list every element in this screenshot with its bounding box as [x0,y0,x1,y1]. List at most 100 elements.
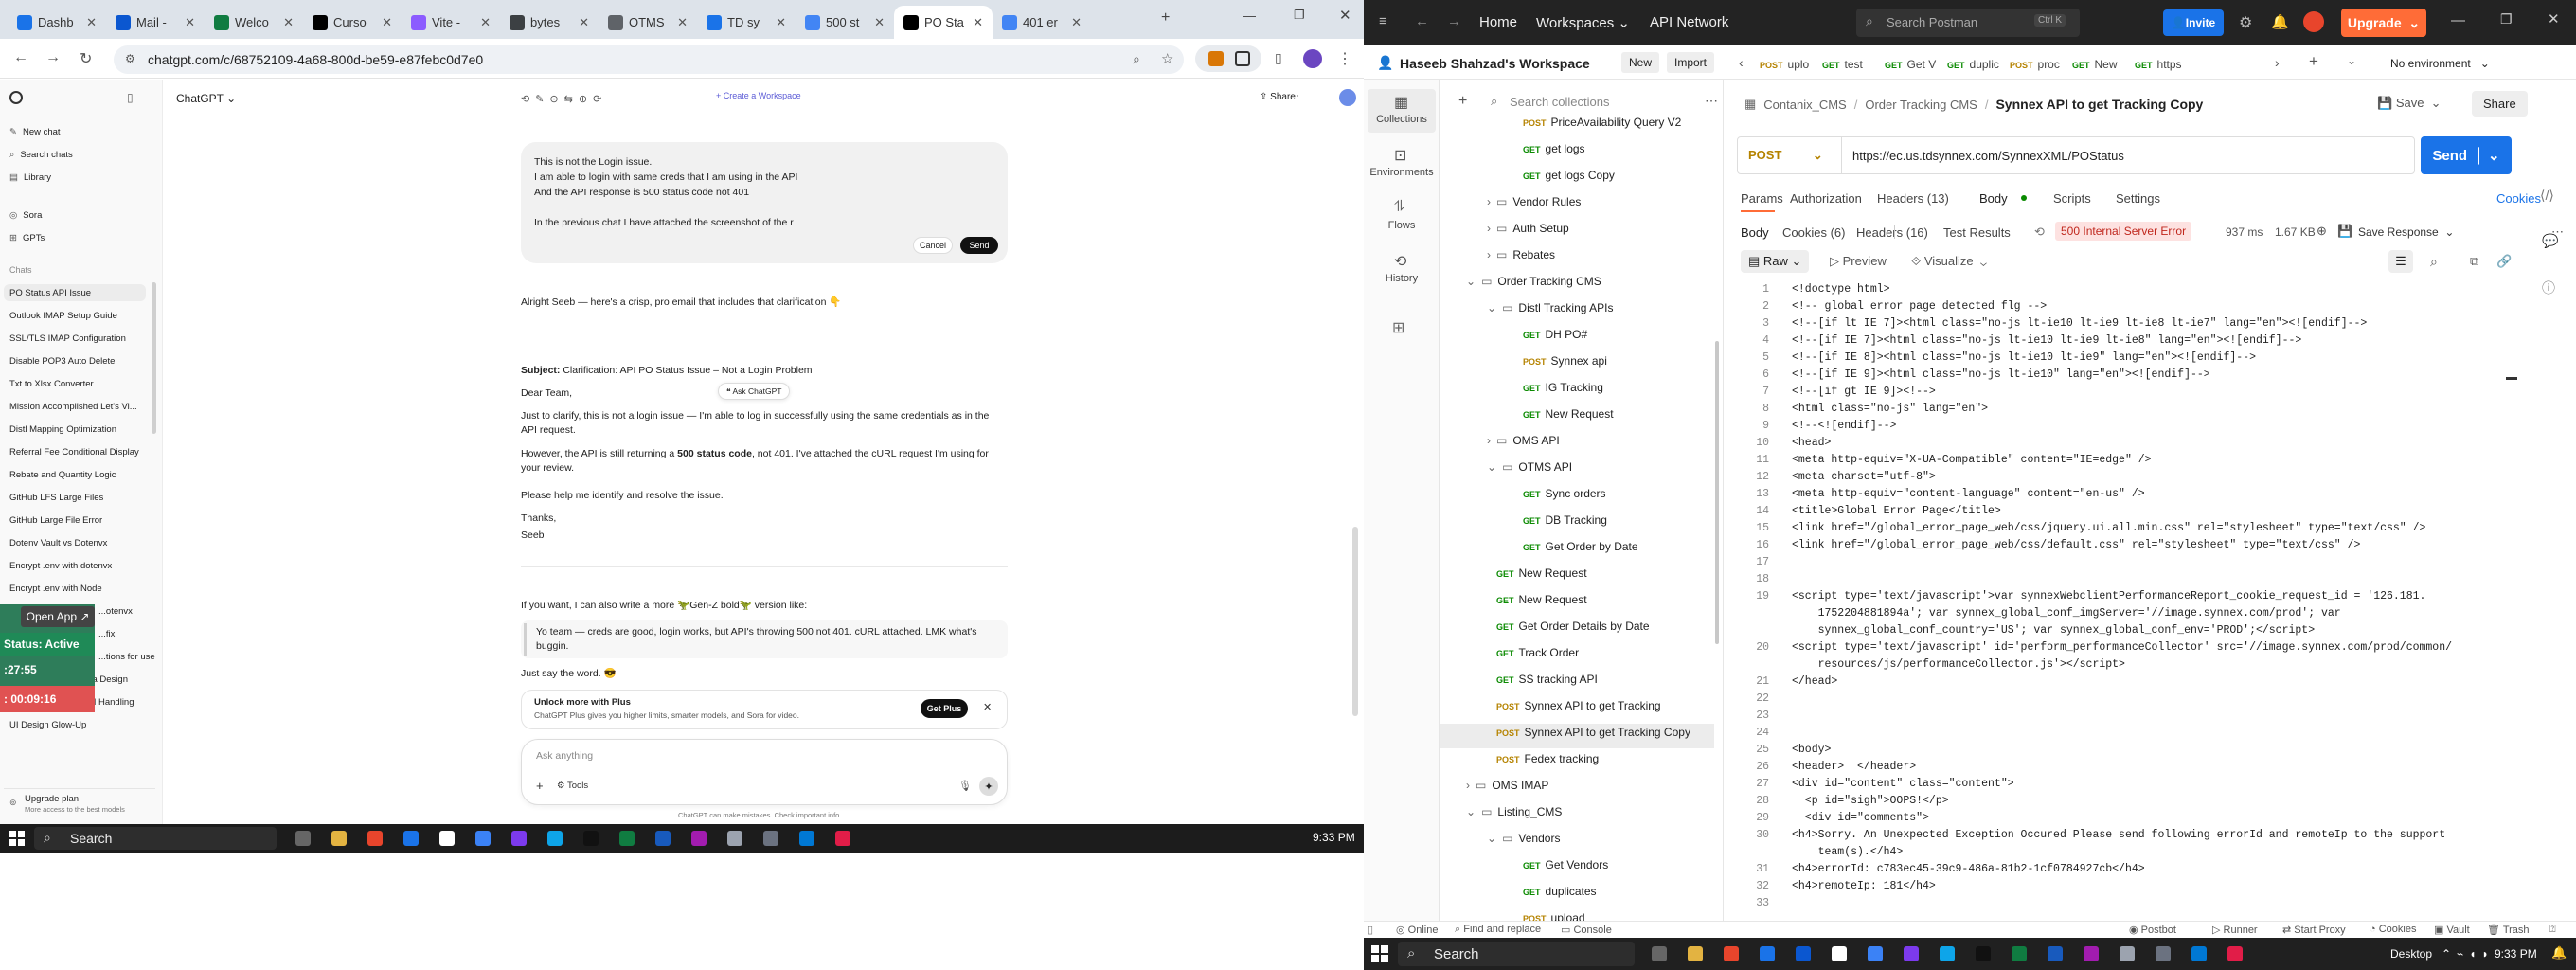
zoom-icon[interactable]: ⌕ [1133,51,1140,67]
request-tab-headers-[interactable]: Headers (13) [1877,191,1949,206]
outlook-icon[interactable] [2191,946,2207,961]
github-icon[interactable] [439,831,455,846]
cookies-link[interactable]: Cookies [2496,191,2541,206]
new-tab-icon[interactable]: + [2309,52,2318,71]
tabs-scroll-left-icon[interactable]: ‹ [1739,55,1744,70]
tab-close-icon[interactable]: ✕ [382,15,392,30]
tree-folder[interactable]: ⌄ ▭ Distl Tracking APIs [1487,301,1613,314]
response-status-badge[interactable]: 500 Internal Server Error [2055,222,2192,241]
method-selector[interactable]: POST ⌄ [1748,148,1823,163]
chat-list-item[interactable]: ...tions for use [98,652,155,662]
tab-close-icon[interactable]: ✕ [283,15,294,30]
tree-folder[interactable]: › ▭ OMS API [1487,434,1560,447]
tree-folder[interactable]: ⌄ ▭ OTMS API [1487,460,1572,474]
vscode-icon[interactable] [475,831,491,846]
status-online[interactable]: ◎ Online [1396,924,1438,936]
chat-list-item[interactable]: Txt to Xlsx Converter [9,379,94,389]
chevron-right-icon[interactable]: › [1466,779,1470,792]
excel-icon[interactable] [2012,946,2027,961]
request-tab[interactable]: GET Get V [1885,58,1936,71]
chevron-right-icon[interactable]: › [1487,195,1491,208]
chat-list-item[interactable]: GitHub LFS Large Files [9,493,103,503]
pm-forward-icon[interactable]: → [1447,13,1461,29]
rail-label-environments[interactable]: Environments [1368,167,1436,178]
task-view-icon[interactable] [295,831,311,846]
app-icon[interactable] [835,831,850,846]
close-sidebar-icon[interactable]: ▯ [127,91,134,104]
nav-api-network[interactable]: API Network [1650,14,1728,30]
tree-request[interactable]: GET Get Order by Date [1508,540,1638,553]
chat-scrollbar[interactable] [1352,527,1358,716]
request-tab-settings[interactable]: Settings [2116,191,2160,206]
cursor-icon[interactable] [583,831,599,846]
chat-list-item[interactable]: Encrypt .env with Node [9,584,102,594]
tree-request[interactable]: GET Track Order [1487,646,1579,659]
word-icon[interactable] [655,831,671,846]
search-collections-input[interactable]: Search collections [1510,95,1610,109]
chevron-right-icon[interactable]: › [1487,222,1491,235]
vscode-icon[interactable] [1868,946,1883,961]
pm-back-icon[interactable]: ← [1415,13,1429,29]
site-info-icon[interactable]: ⚙ [125,52,135,65]
collections-icon[interactable]: ▦ [1394,93,1408,112]
link-icon[interactable]: 🔗 [2496,254,2512,269]
sidebar-scrollbar[interactable] [152,282,156,434]
tree-request[interactable]: GET IG Tracking [1508,381,1603,394]
onenote-icon[interactable] [691,831,707,846]
chat-list-item[interactable]: Dotenv Vault vs Dotenvx [9,538,107,548]
github-icon[interactable] [1832,946,1847,961]
tree-folder[interactable]: ⌄ ▭ Listing_CMS [1466,805,1562,818]
app-icon[interactable] [2227,946,2243,961]
status-console[interactable]: ▭ Console [1561,924,1612,936]
request-tab-scripts[interactable]: Scripts [2053,191,2091,206]
tree-request[interactable]: GET DH PO# [1508,328,1587,341]
chevron-right-icon[interactable]: › [1487,248,1491,261]
status-runner[interactable]: ▷ Runner [2212,924,2258,936]
pm-maximize-icon[interactable]: ❐ [2500,11,2513,27]
chat-input-placeholder[interactable]: Ask anything [536,750,593,762]
tab-close-icon[interactable]: ✕ [776,15,786,30]
rail-label-history[interactable]: History [1368,273,1436,284]
chat-list-item[interactable]: UI Design Glow-Up [9,720,86,730]
minimize-icon[interactable]: — [1243,8,1256,23]
tree-options-icon[interactable]: ⋯ [1705,93,1718,109]
desktop-label[interactable]: Desktop [2390,947,2432,961]
settings-icon[interactable] [2156,946,2171,961]
request-tab[interactable]: POST proc [2010,58,2060,71]
chrome-tab[interactable]: Mail - ✕ [106,6,205,39]
tree-request[interactable]: GET New Request [1487,566,1587,580]
chat-list-item[interactable]: SSL/TLS IMAP Configuration [9,333,126,344]
tab-close-icon[interactable]: ✕ [480,15,491,30]
tree-folder[interactable]: › ▭ Vendor Rules [1487,195,1581,208]
chevron-down-icon[interactable]: ⌄ [1466,275,1476,288]
file-explorer-icon[interactable] [1688,946,1703,961]
visual-studio-icon[interactable] [511,831,527,846]
tree-request[interactable]: POST Synnex api [1508,354,1607,368]
pm-minimize-icon[interactable]: — [2451,12,2465,28]
chat-list-item[interactable]: ...otenvx [98,606,133,617]
wrap-lines-icon[interactable]: ☰ [2388,250,2413,273]
word-icon[interactable] [2048,946,2063,961]
excel-icon[interactable] [619,831,635,846]
rail-more-icon[interactable]: ⊞ [1392,318,1404,337]
request-tab-authorization[interactable]: Authorization [1790,191,1862,206]
reload-icon[interactable]: ↻ [80,49,92,68]
chrome-tab[interactable]: Welco ✕ [205,6,303,39]
preview-mode-button[interactable]: ▷ Preview [1830,254,1887,269]
chrome-tab[interactable]: Dashb ✕ [8,6,106,39]
notepad-icon[interactable] [727,831,742,846]
notepad-icon[interactable] [2120,946,2135,961]
status-vault[interactable]: ▣ Vault [2434,924,2470,936]
request-tab[interactable]: GET New [2072,58,2118,71]
tree-request[interactable]: GET Get Order Details by Date [1487,620,1650,633]
tree-request[interactable]: GET get logs [1508,142,1585,155]
chat-list-item[interactable]: Referral Fee Conditional Display [9,447,139,458]
tree-request[interactable]: GET DB Tracking [1508,513,1607,527]
import-button[interactable]: Import [1667,52,1715,73]
postman-menu-icon[interactable]: ≡ [1379,13,1387,29]
settings-icon[interactable] [763,831,778,846]
visual-studio-icon[interactable] [1904,946,1919,961]
onenote-icon[interactable] [2084,946,2099,961]
chrome-tab[interactable]: 401 er ✕ [993,6,1091,39]
copy-response-icon[interactable]: ⧉ [2470,254,2478,269]
